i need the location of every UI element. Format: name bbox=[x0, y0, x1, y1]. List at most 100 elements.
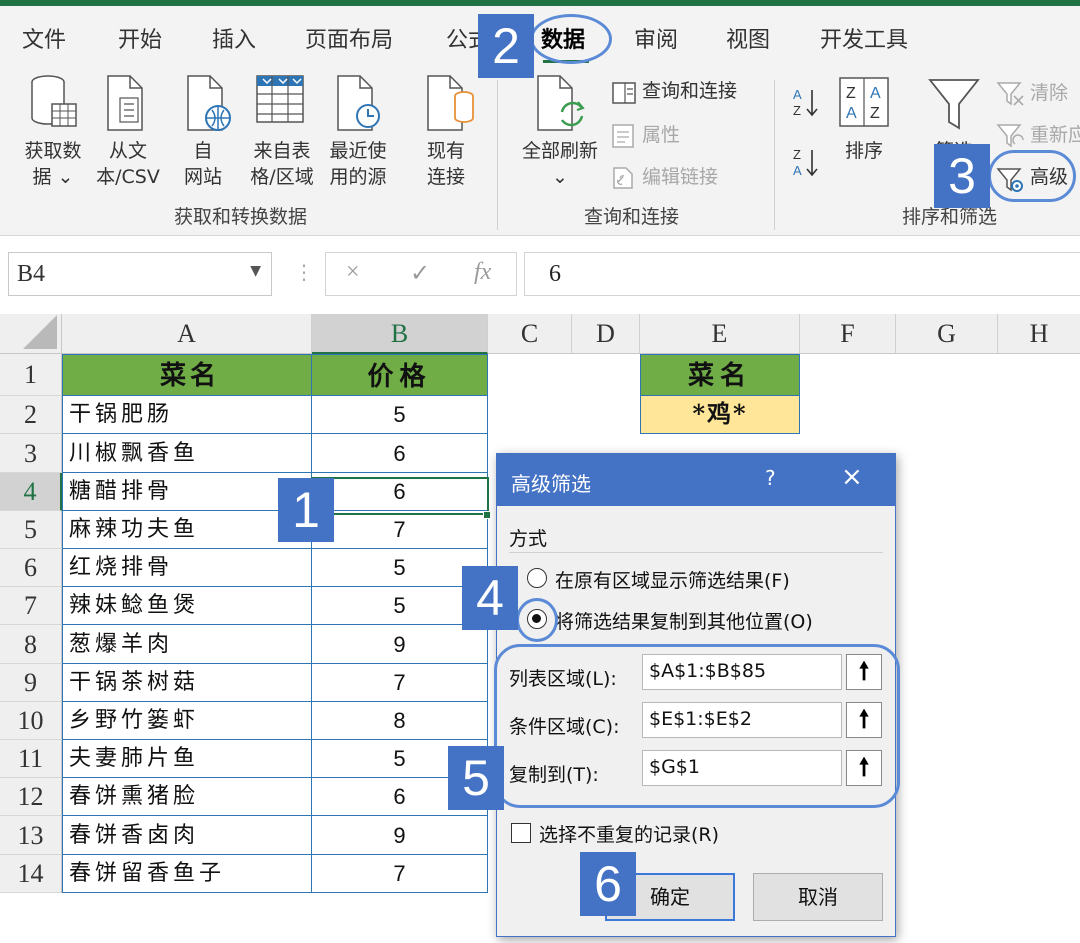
column-header-g[interactable]: G bbox=[896, 314, 998, 354]
table-cell-name[interactable]: 春饼留香鱼子 bbox=[62, 855, 312, 893]
formula-input[interactable]: 6 bbox=[524, 252, 1080, 296]
table-cell-name[interactable]: 糖醋排骨 bbox=[62, 473, 312, 511]
tab-file[interactable]: 文件 bbox=[22, 22, 66, 54]
confirm-entry-icon[interactable]: ✓ bbox=[410, 259, 430, 288]
table-cell-price[interactable]: 5 bbox=[312, 396, 488, 434]
table-cell-name[interactable]: 葱爆羊肉 bbox=[62, 625, 312, 664]
tab-review[interactable]: 审阅 bbox=[634, 22, 678, 54]
radio-filter-in-place-label[interactable]: 在原有区域显示筛选结果(F) bbox=[555, 566, 790, 593]
formula-bar-grip-icon[interactable]: ⋮ bbox=[294, 260, 314, 284]
existing-connections-label-2: 连接 bbox=[426, 166, 465, 188]
tab-page-layout[interactable]: 页面布局 bbox=[305, 22, 393, 54]
table-cell-price[interactable]: 8 bbox=[312, 702, 488, 740]
row-header-13[interactable]: 13 bbox=[0, 816, 62, 855]
table-cell-name[interactable]: 夫妻肺片鱼 bbox=[62, 740, 312, 778]
row-header-4[interactable]: 4 bbox=[0, 473, 62, 511]
radio-copy-to-location-label[interactable]: 将筛选结果复制到其他位置(O) bbox=[555, 607, 813, 634]
from-text-label-1: 从文 bbox=[108, 140, 147, 162]
table-cell-price[interactable]: 7 bbox=[312, 511, 488, 549]
table-cell-name[interactable]: 干锅茶树菇 bbox=[62, 664, 312, 702]
criteria-header-cell[interactable]: 菜名 bbox=[640, 354, 800, 396]
fill-handle[interactable] bbox=[483, 511, 491, 519]
cancel-button[interactable]: 取消 bbox=[753, 873, 883, 921]
svg-text:Z: Z bbox=[793, 103, 801, 118]
row-header-1[interactable]: 1 bbox=[0, 354, 62, 396]
tab-developer[interactable]: 开发工具 bbox=[820, 22, 908, 54]
table-cell-name[interactable]: 麻辣功夫鱼 bbox=[62, 511, 312, 549]
queries-connections-label: 查询和连接 bbox=[642, 80, 738, 102]
close-icon[interactable]: × bbox=[841, 462, 863, 492]
table-cell-price[interactable]: 7 bbox=[312, 855, 488, 893]
dialog-title-bar[interactable]: 高级筛选 ? × bbox=[497, 454, 895, 506]
svg-text:A: A bbox=[870, 85, 881, 102]
row-header-12[interactable]: 12 bbox=[0, 778, 62, 816]
text-file-icon bbox=[107, 75, 143, 131]
database-icon bbox=[31, 75, 77, 127]
column-header-d[interactable]: D bbox=[572, 314, 640, 354]
recent-sources-label-2: 用的源 bbox=[329, 166, 387, 188]
reapply-filter-icon bbox=[996, 124, 1024, 148]
tab-insert[interactable]: 插入 bbox=[212, 22, 256, 54]
name-box[interactable]: B4 ▼ bbox=[8, 252, 272, 296]
column-header-c[interactable]: C bbox=[488, 314, 572, 354]
table-cell-name[interactable]: 干锅肥肠 bbox=[62, 396, 312, 434]
queries-pane-icon bbox=[612, 82, 636, 104]
existing-connections-icon bbox=[427, 75, 474, 131]
header-cell-name[interactable]: 菜名 bbox=[62, 354, 312, 396]
step-4-badge: 4 bbox=[462, 566, 518, 630]
column-header-f[interactable]: F bbox=[800, 314, 896, 354]
select-all-corner[interactable] bbox=[0, 314, 62, 354]
unique-records-label[interactable]: 选择不重复的记录(R) bbox=[539, 820, 719, 847]
cancel-entry-icon[interactable]: × bbox=[346, 259, 360, 286]
step-3-highlight-ring bbox=[988, 150, 1076, 202]
table-cell-price[interactable]: 6 bbox=[312, 434, 488, 473]
table-icon bbox=[256, 75, 304, 123]
reapply-filter-label: 重新应用 bbox=[1030, 124, 1080, 146]
column-header-b[interactable]: B bbox=[312, 314, 488, 354]
table-cell-name[interactable]: 春饼熏猪脸 bbox=[62, 778, 312, 816]
sort-dialog-icon: Z A A Z bbox=[839, 77, 889, 127]
column-header-h[interactable]: H bbox=[998, 314, 1080, 354]
table-cell-name[interactable]: 春饼香卤肉 bbox=[62, 816, 312, 855]
row-header-3[interactable]: 3 bbox=[0, 434, 62, 473]
tab-view[interactable]: 视图 bbox=[726, 22, 770, 54]
step-5-badge: 5 bbox=[448, 746, 504, 810]
table-cell-price[interactable]: 7 bbox=[312, 664, 488, 702]
radio-filter-in-place[interactable] bbox=[527, 568, 547, 588]
column-header-e[interactable]: E bbox=[640, 314, 800, 354]
tab-home[interactable]: 开始 bbox=[118, 22, 162, 54]
step-6-badge: 6 bbox=[580, 852, 636, 916]
criteria-value-cell[interactable]: *鸡* bbox=[640, 396, 800, 434]
row-header-14[interactable]: 14 bbox=[0, 855, 62, 893]
table-cell-price[interactable]: 9 bbox=[312, 625, 488, 664]
help-icon[interactable]: ? bbox=[765, 466, 776, 490]
mode-divider bbox=[509, 552, 883, 553]
name-box-dropdown-icon[interactable]: ▼ bbox=[250, 263, 261, 279]
row-header-7[interactable]: 7 bbox=[0, 587, 62, 625]
web-globe-icon bbox=[187, 75, 231, 131]
mode-section-label: 方式 bbox=[509, 528, 548, 550]
from-table-label-2: 格/区域 bbox=[250, 166, 314, 188]
table-cell-name[interactable]: 川椒飘香鱼 bbox=[62, 434, 312, 473]
row-header-8[interactable]: 8 bbox=[0, 625, 62, 664]
group-separator bbox=[497, 80, 498, 230]
table-cell-name[interactable]: 乡野竹篓虾 bbox=[62, 702, 312, 740]
row-header-10[interactable]: 10 bbox=[0, 702, 62, 740]
table-cell-price[interactable]: 9 bbox=[312, 816, 488, 855]
table-cell-name[interactable]: 辣妹鲶鱼煲 bbox=[62, 587, 312, 625]
row-header-9[interactable]: 9 bbox=[0, 664, 62, 702]
row-header-5[interactable]: 5 bbox=[0, 511, 62, 549]
formula-bar: B4 ▼ ⋮ × ✓ fx 6 bbox=[0, 236, 1080, 314]
unique-records-checkbox[interactable] bbox=[511, 823, 531, 843]
active-cell-border bbox=[311, 477, 489, 515]
column-header-a[interactable]: A bbox=[62, 314, 312, 354]
row-header-11[interactable]: 11 bbox=[0, 740, 62, 778]
table-cell-name[interactable]: 红烧排骨 bbox=[62, 549, 312, 587]
svg-text:A: A bbox=[793, 163, 802, 178]
row-header-6[interactable]: 6 bbox=[0, 549, 62, 587]
insert-function-icon[interactable]: fx bbox=[474, 259, 491, 286]
row-header-2[interactable]: 2 bbox=[0, 396, 62, 434]
recent-clock-icon bbox=[337, 75, 380, 131]
step-3-badge: 3 bbox=[934, 144, 990, 208]
header-cell-price[interactable]: 价格 bbox=[312, 354, 488, 396]
